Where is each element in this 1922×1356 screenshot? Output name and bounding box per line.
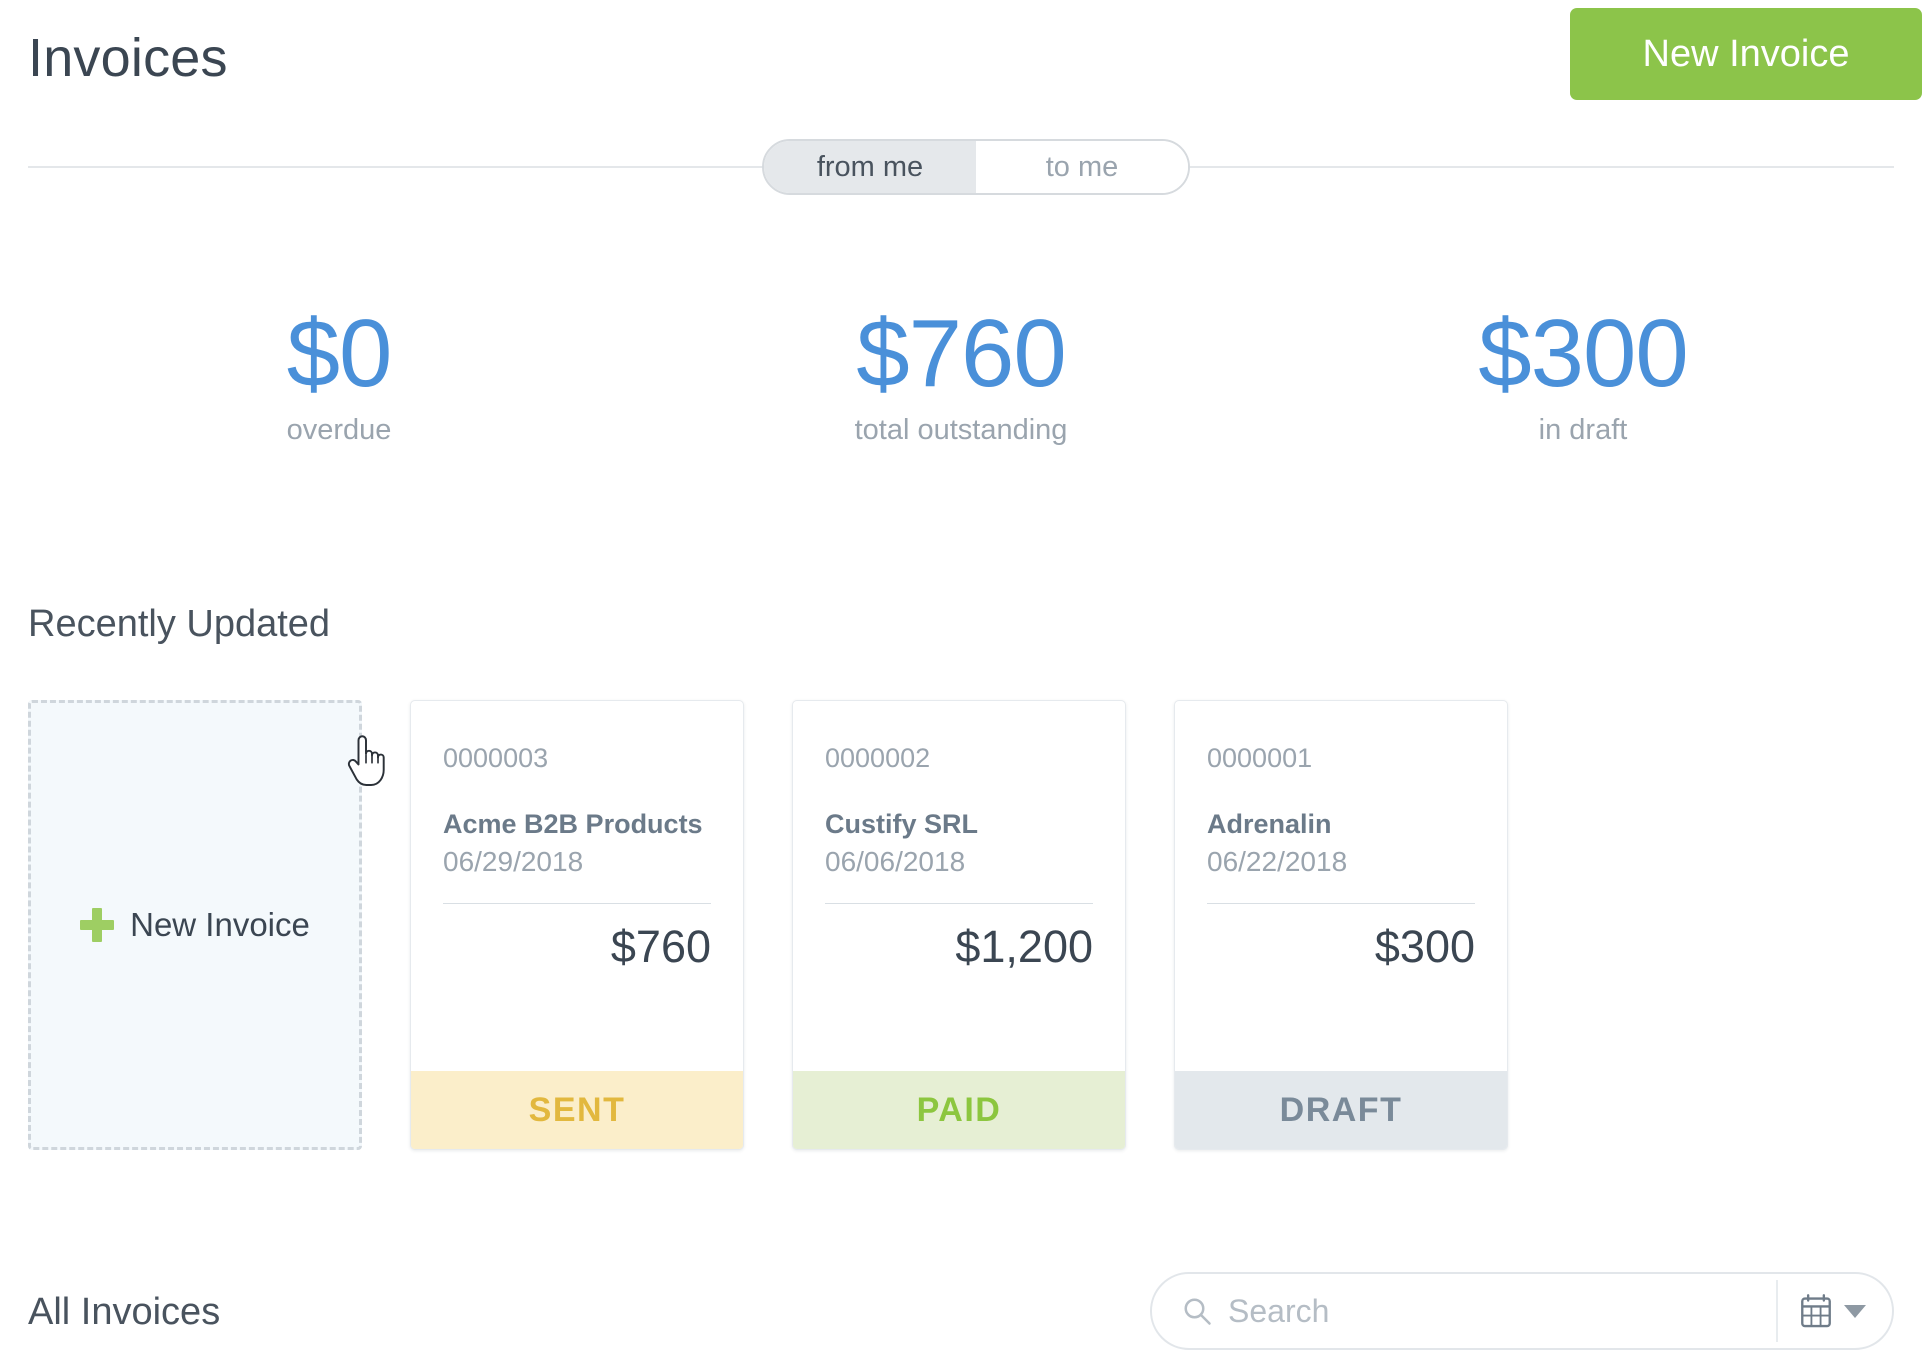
recently-updated-heading: Recently Updated xyxy=(28,603,331,645)
invoice-card[interactable]: 0000003 Acme B2B Products 06/29/2018 $76… xyxy=(410,700,744,1150)
stat-in-draft-value: $300 xyxy=(1478,300,1689,407)
stat-in-draft: $300 in draft xyxy=(1272,300,1894,490)
invoice-number: 0000002 xyxy=(825,743,931,773)
invoice-card-body: 0000001 Adrenalin 06/22/2018 $300 xyxy=(1175,701,1507,1071)
search-bar[interactable] xyxy=(1150,1272,1894,1350)
stat-overdue-value: $0 xyxy=(286,300,393,407)
invoice-status-badge: DRAFT xyxy=(1175,1071,1507,1149)
recently-updated-card-row: New Invoice 0000003 Acme B2B Products 06… xyxy=(28,700,1588,1160)
toggle-option-to-me[interactable]: to me xyxy=(976,141,1188,193)
invoice-number: 0000003 xyxy=(443,743,549,773)
invoice-amount: $300 xyxy=(1374,921,1475,972)
stat-overdue: $0 overdue xyxy=(28,300,650,490)
toggle-option-from-me[interactable]: from me xyxy=(764,141,976,193)
stat-overdue-label: overdue xyxy=(286,414,392,446)
invoice-amount: $1,200 xyxy=(955,921,1093,972)
invoice-date: 06/22/2018 xyxy=(1207,846,1348,877)
invoice-card-divider xyxy=(1207,903,1475,904)
chevron-down-icon xyxy=(1844,1304,1866,1318)
invoice-number: 0000001 xyxy=(1207,743,1313,773)
new-invoice-card-label: New Invoice xyxy=(130,906,310,943)
invoice-card[interactable]: 0000001 Adrenalin 06/22/2018 $300 DRAFT xyxy=(1174,700,1508,1150)
invoice-date: 06/06/2018 xyxy=(825,846,966,877)
invoices-page: Invoices New Invoice from me to me $0 ov… xyxy=(0,0,1922,1356)
search-input[interactable] xyxy=(1228,1292,1776,1330)
invoice-status-badge: SENT xyxy=(411,1071,743,1149)
invoice-client-name: Acme B2B Products xyxy=(443,809,703,839)
invoice-card[interactable]: 0000002 Custify SRL 06/06/2018 $1,200 PA… xyxy=(792,700,1126,1150)
stat-total-outstanding: $760 total outstanding xyxy=(650,300,1272,490)
page-header: Invoices New Invoice xyxy=(0,0,1922,132)
invoice-date: 06/29/2018 xyxy=(443,846,584,877)
invoice-amount: $760 xyxy=(610,921,711,972)
page-title: Invoices xyxy=(28,28,228,88)
new-invoice-card[interactable]: New Invoice xyxy=(28,700,385,1150)
invoice-status-badge: PAID xyxy=(793,1071,1125,1149)
stat-total-outstanding-value: $760 xyxy=(856,300,1067,407)
new-invoice-card-content: New Invoice xyxy=(80,906,310,944)
invoice-card-body: 0000002 Custify SRL 06/06/2018 $1,200 xyxy=(793,701,1125,1071)
invoice-card-divider xyxy=(825,903,1093,904)
mouse-cursor-pointer-icon xyxy=(347,735,385,786)
summary-stats: $0 overdue $760 total outstanding $300 i… xyxy=(28,300,1894,490)
search-icon xyxy=(1184,1298,1211,1325)
all-invoices-heading: All Invoices xyxy=(28,1291,221,1333)
invoice-card-body: 0000003 Acme B2B Products 06/29/2018 $76… xyxy=(411,701,743,1071)
stat-total-outstanding-label: total outstanding xyxy=(854,414,1068,446)
date-filter-button[interactable] xyxy=(1778,1294,1892,1328)
invoice-direction-toggle[interactable]: from me to me xyxy=(762,139,1190,195)
invoice-card-divider xyxy=(443,903,711,904)
invoice-client-name: Custify SRL xyxy=(825,809,979,839)
stat-in-draft-label: in draft xyxy=(1538,414,1628,446)
calendar-icon xyxy=(1801,1294,1831,1328)
invoice-client-name: Adrenalin xyxy=(1207,809,1332,839)
plus-icon xyxy=(80,908,115,942)
new-invoice-button[interactable]: New Invoice xyxy=(1570,8,1922,100)
